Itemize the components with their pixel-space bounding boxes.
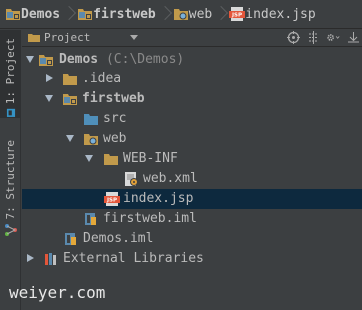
structure-tool-button[interactable]: 7: Structure [0, 130, 21, 240]
breadcrumb-separator [160, 4, 169, 25]
folder-icon [63, 74, 77, 85]
breadcrumb-separator [64, 4, 73, 25]
iml-file-icon [85, 213, 96, 225]
tree-item-label: web.xml [143, 171, 198, 186]
chevron-down-icon [130, 35, 139, 40]
project-tool-icon [6, 109, 15, 118]
breadcrumb-label: web [188, 6, 213, 22]
svg-text:JSP: JSP [106, 198, 117, 204]
iml-file-icon [65, 233, 76, 245]
left-tool-stripe: 1: Project 7: Structure [0, 30, 21, 310]
breadcrumb-firstweb[interactable]: firstweb [75, 4, 158, 25]
structure-tool-icon [4, 224, 17, 237]
structure-tool-label: 7: Structure [4, 140, 17, 220]
jsp-file-icon: JSP [229, 7, 246, 21]
module-folder-icon [6, 9, 20, 20]
module-folder-icon [78, 9, 93, 20]
expand-arrow-icon[interactable] [85, 155, 93, 162]
expand-arrow-icon[interactable] [45, 95, 53, 102]
tree-row-web-xml[interactable]: web.xml [22, 169, 362, 189]
tree-item-label: src [103, 111, 127, 126]
tree-row-web-inf[interactable]: WEB-INF [22, 149, 362, 169]
tree-row-index-jsp[interactable]: JSP index.jsp [22, 189, 362, 209]
hide-icon[interactable] [346, 31, 360, 45]
tree-row-web[interactable]: web [22, 129, 362, 149]
view-selector-label: Project [44, 31, 91, 44]
module-folder-icon [63, 94, 77, 105]
expand-arrow-icon[interactable] [26, 56, 34, 63]
svg-text:JSP: JSP [231, 13, 242, 19]
tree-row-external-libraries[interactable]: External Libraries [22, 249, 362, 269]
breadcrumb-separator [216, 4, 225, 25]
folder-icon [28, 33, 40, 42]
tree-item-label: Demos.iml [83, 231, 154, 246]
folder-icon [104, 154, 118, 165]
module-folder-icon [39, 55, 53, 66]
project-tool-button[interactable]: 1: Project [0, 30, 21, 118]
project-panel-header: Project [22, 29, 362, 47]
breadcrumb-label: firstweb [93, 6, 156, 22]
collapse-arrow-icon[interactable] [46, 74, 53, 82]
libraries-icon [45, 253, 56, 265]
tree-item-label: index.jsp [123, 191, 194, 206]
breadcrumb-index-jsp[interactable]: JSP index.jsp [227, 4, 317, 25]
tree-item-label: firstweb [82, 91, 145, 106]
tree-item-label: web [103, 131, 127, 146]
panel-toolbar [286, 29, 360, 46]
source-folder-icon [84, 114, 98, 125]
breadcrumb-demos[interactable]: Demos [3, 4, 62, 25]
tree-row-demos-iml[interactable]: Demos.iml [22, 229, 362, 249]
web-folder-icon [173, 9, 188, 20]
breadcrumb-label: Demos [21, 6, 61, 22]
watermark-text: weiyer.com [9, 283, 106, 302]
jsp-file-icon: JSP [104, 192, 120, 206]
breadcrumb-web[interactable]: web [171, 4, 214, 25]
settings-icon[interactable] [326, 31, 340, 45]
expand-arrow-icon[interactable] [66, 135, 74, 142]
tree-item-label: firstweb.iml [103, 211, 197, 226]
target-icon[interactable] [286, 31, 300, 45]
tree-row-demos[interactable]: Demos (C:\Demos) [22, 50, 362, 70]
view-selector[interactable]: Project [28, 30, 139, 46]
breadcrumb-label: index.jsp [245, 6, 316, 22]
tree-row-firstweb[interactable]: firstweb [22, 89, 362, 109]
collapse-all-icon[interactable] [306, 31, 320, 45]
tree-item-label: .idea [82, 71, 122, 86]
tree-item-label: Demos (C:\Demos) [59, 52, 185, 67]
tree-item-label: WEB-INF [123, 151, 178, 166]
navigation-bar: Demos firstweb web JSP index.jsp [0, 0, 362, 29]
project-tool-label: 1: Project [4, 38, 17, 105]
project-tree: Demos (C:\Demos) .idea firstweb src web [22, 48, 362, 310]
web-folder-icon [84, 134, 98, 145]
tree-row-src[interactable]: src [22, 109, 362, 129]
tree-row-idea[interactable]: .idea [22, 69, 362, 89]
tree-row-firstweb-iml[interactable]: firstweb.iml [22, 209, 362, 229]
web-xml-file-icon [125, 172, 138, 186]
tree-item-label: External Libraries [63, 251, 204, 266]
collapse-arrow-icon[interactable] [27, 254, 34, 262]
